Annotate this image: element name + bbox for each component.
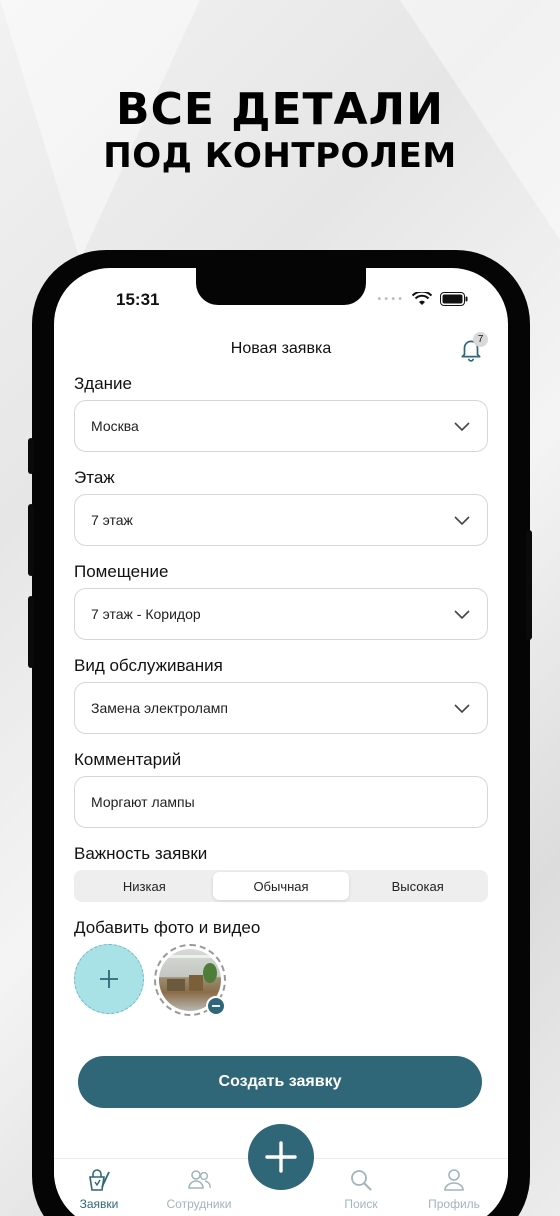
employees-icon xyxy=(188,1170,211,1189)
priority-option-normal[interactable]: Обычная xyxy=(212,872,350,900)
tab-requests[interactable]: Заявки xyxy=(54,1167,144,1211)
service-label: Вид обслуживания xyxy=(74,656,223,675)
priority-option-low[interactable]: Низкая xyxy=(76,872,213,900)
service-select[interactable]: Замена электроламп xyxy=(74,682,488,734)
tab-label: Поиск xyxy=(344,1197,378,1211)
room-label: Помещение xyxy=(74,562,169,581)
chevron-down-icon xyxy=(454,422,470,432)
promo-headline: ВСЕ ДЕТАЛИ ПОД КОНТРОЛЕМ xyxy=(0,84,560,176)
floor-value: 7 этаж xyxy=(91,512,133,528)
add-photo-button[interactable] xyxy=(74,944,144,1014)
tab-label: Сотрудники xyxy=(166,1197,232,1211)
floor-label: Этаж xyxy=(74,468,115,487)
remove-photo-button[interactable] xyxy=(206,996,226,1016)
request-form: Здание Москва Этаж 7 этаж Помещение 7 эт… xyxy=(74,372,488,1016)
page-title: Новая заявка xyxy=(230,340,332,357)
notch xyxy=(196,268,366,305)
building-value: Москва xyxy=(91,418,139,434)
comment-input[interactable]: Моргают лампы xyxy=(74,776,488,828)
requests-icon xyxy=(89,1169,110,1191)
tab-profile[interactable]: Профиль xyxy=(409,1167,499,1211)
fab-add-button[interactable] xyxy=(248,1124,314,1190)
tab-label: Профиль xyxy=(428,1197,480,1211)
wifi-icon xyxy=(412,292,432,305)
comment-label: Комментарий xyxy=(74,750,182,769)
phone-side-button xyxy=(28,438,34,474)
minus-icon xyxy=(212,1005,220,1007)
signal-icon: •••• xyxy=(376,293,404,305)
plus-icon xyxy=(265,1141,297,1173)
phone-power-button xyxy=(526,530,532,640)
room-value: 7 этаж - Коридор xyxy=(91,606,201,622)
media-label: Добавить фото и видео xyxy=(74,918,261,937)
tab-label: Заявки xyxy=(79,1197,119,1211)
status-time: 15:31 xyxy=(116,290,160,309)
status-icons: •••• xyxy=(376,292,468,306)
battery-icon xyxy=(440,292,468,306)
floor-select[interactable]: 7 этаж xyxy=(74,494,488,546)
search-icon xyxy=(351,1170,372,1191)
room-select[interactable]: 7 этаж - Коридор xyxy=(74,588,488,640)
priority-segmented-control: Низкая Обычная Высокая xyxy=(74,870,488,902)
photo-thumbnail[interactable] xyxy=(154,944,226,1016)
media-row xyxy=(74,944,488,1016)
headline-line-2: ПОД КОНТРОЛЕМ xyxy=(103,136,457,176)
comment-value: Моргают лампы xyxy=(91,794,195,810)
plus-icon xyxy=(100,970,118,988)
profile-icon xyxy=(444,1169,464,1191)
building-select[interactable]: Москва xyxy=(74,400,488,452)
tab-search[interactable]: Поиск xyxy=(316,1167,406,1211)
phone-volume-down xyxy=(28,596,34,668)
chevron-down-icon xyxy=(454,704,470,714)
building-label: Здание xyxy=(74,374,132,393)
headline-line-1: ВСЕ ДЕТАЛИ xyxy=(116,84,444,135)
phone-screen: 15:31 •••• Новая заявка 7 Здание Москва … xyxy=(54,268,508,1216)
tab-employees[interactable]: Сотрудники xyxy=(154,1167,244,1211)
priority-option-high[interactable]: Высокая xyxy=(349,872,486,900)
chevron-down-icon xyxy=(454,610,470,620)
create-request-button[interactable]: Создать заявку xyxy=(78,1056,482,1108)
notification-badge: 7 xyxy=(473,332,488,347)
phone-volume-up xyxy=(28,504,34,576)
priority-label: Важность заявки xyxy=(74,844,208,863)
chevron-down-icon xyxy=(454,516,470,526)
service-value: Замена электроламп xyxy=(91,700,228,716)
